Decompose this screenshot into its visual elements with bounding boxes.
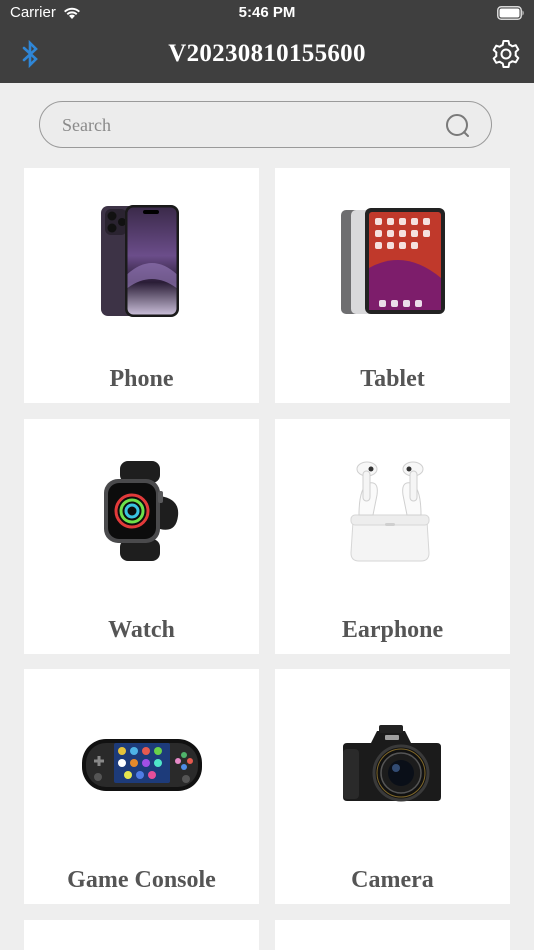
top-bar: Carrier 5:46 PM V20230810155600 — [0, 0, 534, 83]
search-icon[interactable] — [445, 113, 471, 139]
game-console-image — [82, 739, 202, 791]
category-label: Game Console — [67, 867, 216, 893]
category-card-phone[interactable]: Phone — [24, 168, 259, 403]
battery-icon — [497, 6, 524, 20]
status-time: 5:46 PM — [238, 4, 296, 21]
tablet-image — [341, 208, 445, 314]
category-card-camera[interactable]: Camera — [275, 669, 510, 904]
category-label: Earphone — [341, 617, 444, 643]
search-input[interactable] — [60, 102, 444, 148]
category-card-partial[interactable] — [275, 920, 510, 950]
category-label: Camera — [351, 867, 434, 893]
search-bar — [39, 101, 492, 148]
category-card-game-console[interactable]: Game Console — [24, 669, 259, 904]
earphone-image — [350, 461, 430, 562]
camera-image — [343, 725, 441, 802]
category-card-tablet[interactable]: Tablet — [275, 168, 510, 403]
category-label: Phone — [109, 366, 174, 392]
category-card-watch[interactable]: Watch — [24, 419, 259, 654]
category-card-partial[interactable] — [24, 920, 259, 950]
category-label: Watch — [108, 617, 175, 643]
category-label: Tablet — [360, 366, 425, 392]
category-card-earphone[interactable]: Earphone — [275, 419, 510, 654]
phone-image — [101, 205, 179, 317]
gear-icon[interactable] — [490, 38, 522, 70]
watch-image — [104, 461, 179, 561]
page-title: V20230810155600 — [168, 40, 366, 67]
